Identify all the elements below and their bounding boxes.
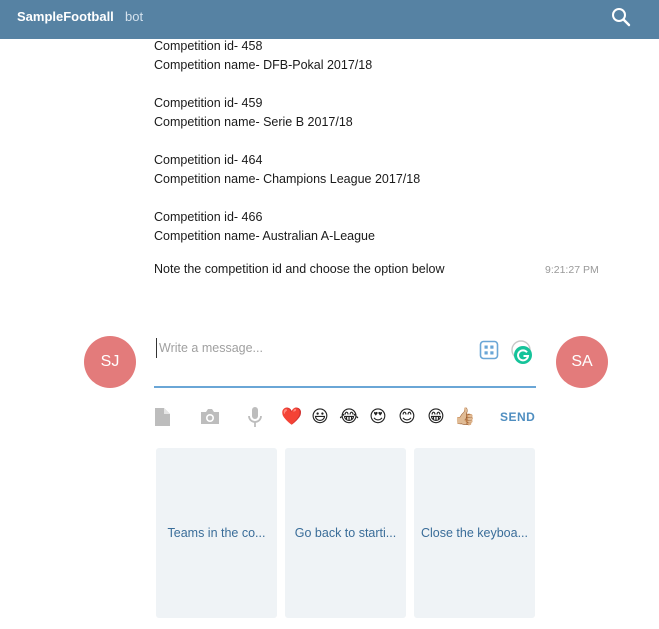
- message-composer: [154, 332, 536, 388]
- keyboard-button-close[interactable]: Close the keyboa...: [414, 448, 535, 618]
- keyboard-button-teams[interactable]: Teams in the co...: [156, 448, 277, 618]
- search-button[interactable]: [609, 5, 633, 29]
- attach-photo-button[interactable]: [198, 405, 222, 429]
- message-line: Competition name- Australian A-League: [154, 229, 375, 243]
- composer-toolbar: ❤️ 😃 😂 😍 😊 😁 👍🏼 SEND: [150, 405, 540, 431]
- emoji-heart-button[interactable]: ❤️: [280, 406, 304, 428]
- message-input[interactable]: [156, 338, 466, 358]
- voice-record-button[interactable]: [243, 405, 267, 429]
- header-bar: SampleFootball bot: [0, 0, 659, 39]
- emoji-joy-button[interactable]: 😂: [337, 406, 361, 428]
- chat-subtitle: bot: [125, 9, 144, 24]
- emoji-grin-button[interactable]: 😁: [424, 406, 448, 428]
- message-line: Competition name- Serie B 2017/18: [154, 115, 353, 129]
- grammarly-icon: [511, 340, 532, 364]
- chat-title[interactable]: SampleFootball: [17, 9, 114, 24]
- bot-commands-button[interactable]: [479, 340, 499, 360]
- message-line: Competition name- Champions League 2017/…: [154, 172, 421, 186]
- send-button[interactable]: SEND: [500, 410, 535, 424]
- microphone-icon: [248, 407, 262, 427]
- emoji-blush-button[interactable]: 😊: [395, 406, 419, 428]
- camera-icon: [201, 409, 219, 424]
- message-line: Competition name- DFB-Pokal 2017/18: [154, 58, 373, 72]
- message-timestamp: 9:21:27 PM: [545, 264, 599, 276]
- document-icon: [155, 408, 170, 426]
- emoji-thumbs-up-button[interactable]: 👍🏼: [453, 406, 477, 428]
- message-history[interactable]: Competition id- 458 Competition name- DF…: [0, 39, 659, 289]
- emoji-smiley-button[interactable]: 😃: [308, 406, 332, 428]
- avatar-user[interactable]: SJ: [84, 336, 136, 388]
- message-line: Competition id- 458: [154, 39, 263, 53]
- search-icon: [612, 8, 631, 27]
- emoji-heart-eyes-button[interactable]: 😍: [366, 406, 390, 428]
- grid-icon: [479, 340, 499, 360]
- attach-file-button[interactable]: [150, 405, 174, 429]
- message-line: Competition id- 459: [154, 96, 263, 110]
- message-line: Competition id- 466: [154, 210, 263, 224]
- message-line: Competition id- 464: [154, 153, 263, 167]
- bot-keyboard: Teams in the co... Go back to starti... …: [156, 448, 536, 618]
- message-note: Note the competition id and choose the o…: [154, 262, 445, 276]
- keyboard-button-go-back[interactable]: Go back to starti...: [285, 448, 406, 618]
- avatar-bot[interactable]: SA: [556, 336, 608, 388]
- grammarly-button[interactable]: [510, 340, 534, 366]
